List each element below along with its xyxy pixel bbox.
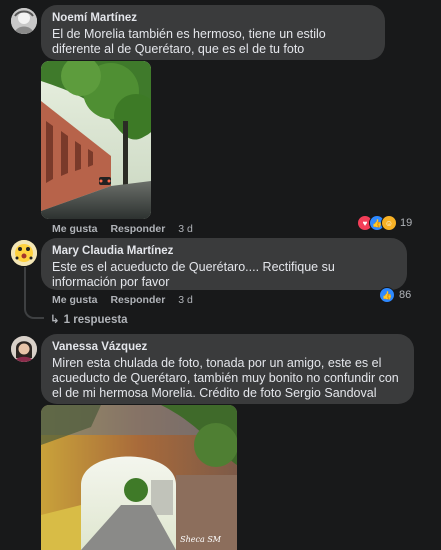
comment-bubble: Mary Claudia Martínez Este es el acueduc…: [41, 238, 407, 290]
like-icon: 👍: [379, 287, 395, 303]
comment-photo[interactable]: Sheca SM: [41, 405, 237, 550]
comment-author[interactable]: Noemí Martínez: [52, 11, 374, 25]
comment-photo[interactable]: [41, 61, 151, 219]
avatar[interactable]: [11, 336, 37, 362]
comment-text: El de Morelia también es hermoso, tiene …: [52, 27, 326, 56]
comment-actions: Me gusta Responder 3 d: [52, 294, 203, 306]
comment-author[interactable]: Vanessa Vázquez: [52, 340, 403, 354]
replies-count: 1 respuesta: [63, 314, 128, 326]
reaction-summary[interactable]: ♥ 👍 ☺ 19: [357, 215, 412, 231]
avatar-photo: [11, 8, 37, 34]
comment-author[interactable]: Mary Claudia Martínez: [52, 244, 396, 258]
comment-bubble: Noemí Martínez El de Morelia también es …: [41, 5, 385, 60]
comment-text: Miren esta chulada de foto, tonada por u…: [52, 356, 399, 400]
reaction-summary[interactable]: 👍 86: [379, 287, 411, 303]
timestamp[interactable]: 3 d: [178, 294, 193, 306]
reaction-count: 19: [400, 217, 413, 229]
care-icon: ☺: [381, 215, 397, 231]
reaction-count: 86: [399, 289, 412, 301]
reply-link[interactable]: Responder: [110, 223, 165, 235]
thread-connector: [24, 267, 44, 319]
like-link[interactable]: Me gusta: [52, 294, 98, 306]
avatar-photo: [11, 336, 37, 362]
like-link[interactable]: Me gusta: [52, 223, 98, 235]
avatar-photo: [11, 240, 37, 266]
reply-link[interactable]: Responder: [110, 294, 165, 306]
comment-actions: Me gusta Responder 3 d: [52, 223, 203, 235]
comment-bubble: Vanessa Vázquez Miren esta chulada de fo…: [41, 334, 414, 404]
comment-text: Este es el acueducto de Querétaro.... Re…: [52, 260, 335, 289]
timestamp[interactable]: 3 d: [178, 223, 193, 235]
avatar[interactable]: [11, 8, 37, 34]
avatar[interactable]: [11, 240, 37, 266]
aqueduct-street-photo: [41, 61, 151, 219]
view-replies-link[interactable]: ↳ 1 respuesta: [50, 312, 128, 326]
reply-arrow-icon: ↳: [50, 314, 60, 326]
aqueduct-arch-photo: Sheca SM: [41, 405, 237, 550]
photo-watermark: Sheca SM: [180, 535, 222, 544]
